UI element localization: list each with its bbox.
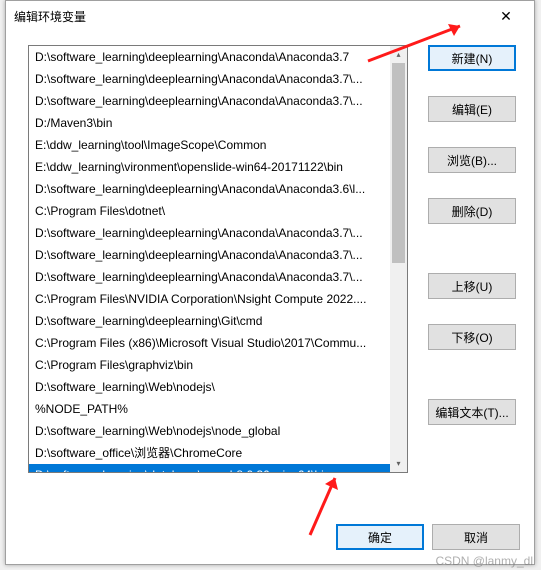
list-item[interactable]: E:\ddw_learning\tool\ImageScope\Common — [29, 134, 390, 156]
close-button[interactable]: ✕ — [486, 2, 526, 30]
list-item[interactable]: D:/Maven3\bin — [29, 112, 390, 134]
scroll-up-icon[interactable]: ▴ — [390, 46, 407, 63]
list-item[interactable]: D:\software_office\浏览器\ChromeCore — [29, 442, 390, 464]
watermark: CSDN @lanmy_dl — [435, 554, 533, 568]
ok-button[interactable]: 确定 — [336, 524, 424, 550]
titlebar: 编辑环境变量 ✕ — [6, 1, 534, 31]
movedown-button[interactable]: 下移(O) — [428, 324, 516, 350]
list-item[interactable]: D:\software_learning\Web\nodejs\node_glo… — [29, 420, 390, 442]
path-listbox[interactable]: D:\software_learning\deeplearning\Anacon… — [28, 45, 408, 473]
scroll-thumb[interactable] — [392, 63, 405, 263]
env-var-dialog: 编辑环境变量 ✕ D:\software_learning\deeplearni… — [5, 0, 535, 565]
list-item[interactable]: D:\software_learning\deeplearning\Anacon… — [29, 222, 390, 244]
list-item[interactable]: %NODE_PATH% — [29, 398, 390, 420]
delete-button[interactable]: 删除(D) — [428, 198, 516, 224]
list-item[interactable]: D:\software_learning\deeplearning\Anacon… — [29, 46, 390, 68]
new-button[interactable]: 新建(N) — [428, 45, 516, 71]
bottom-bar: 确定 取消 — [336, 524, 520, 550]
list-item[interactable]: D:\software_learning\deeplearning\Anacon… — [29, 178, 390, 200]
scroll-down-icon[interactable]: ▾ — [390, 455, 407, 472]
edittext-button[interactable]: 编辑文本(T)... — [428, 399, 516, 425]
side-buttons: 新建(N) 编辑(E) 浏览(B)... 删除(D) 上移(U) 下移(O) 编… — [428, 45, 520, 434]
list-item[interactable]: D:\software_learning\deeplearning\Git\cm… — [29, 310, 390, 332]
dialog-title: 编辑环境变量 — [14, 8, 486, 25]
list-item[interactable]: C:\Program Files\graphviz\bin — [29, 354, 390, 376]
list-item[interactable]: D:\software_learning\deeplearning\Anacon… — [29, 90, 390, 112]
list-item[interactable]: E:\ddw_learning\vironment\openslide-win6… — [29, 156, 390, 178]
list-item[interactable]: C:\Program Files\NVIDIA Corporation\Nsig… — [29, 288, 390, 310]
close-icon: ✕ — [500, 8, 512, 25]
browse-button[interactable]: 浏览(B)... — [428, 147, 516, 173]
edit-button[interactable]: 编辑(E) — [428, 96, 516, 122]
list-item[interactable]: D:\software_learning\Web\nodejs\ — [29, 376, 390, 398]
list-item[interactable]: D:\software_learning\deeplearning\Anacon… — [29, 68, 390, 90]
scrollbar[interactable]: ▴ ▾ — [390, 46, 407, 472]
cancel-button[interactable]: 取消 — [432, 524, 520, 550]
list-item[interactable]: C:\Program Files\dotnet\ — [29, 200, 390, 222]
list-item[interactable]: D:\software_learning\deeplearning\Anacon… — [29, 244, 390, 266]
list-item[interactable]: C:\Program Files (x86)\Microsoft Visual … — [29, 332, 390, 354]
list-item[interactable]: D:\software_learning\database\mysql-8.0.… — [29, 464, 390, 472]
moveup-button[interactable]: 上移(U) — [428, 273, 516, 299]
list-item[interactable]: D:\software_learning\deeplearning\Anacon… — [29, 266, 390, 288]
